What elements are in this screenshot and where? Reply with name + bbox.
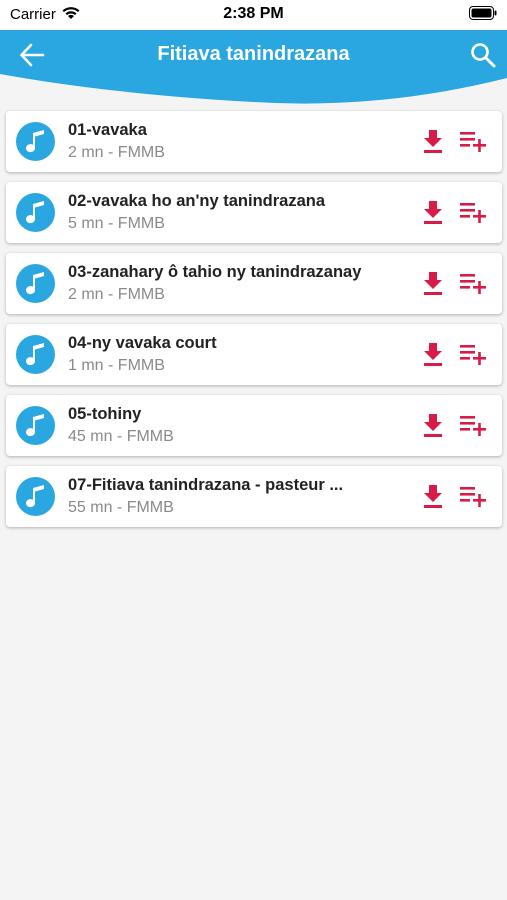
music-note-icon xyxy=(16,122,55,161)
track-title: 01-vavaka xyxy=(68,121,147,139)
battery-icon xyxy=(469,6,497,20)
track-row-4[interactable]: 04-ny vavaka court 1 mn - FMMB xyxy=(6,324,502,385)
track-list: 01-vavaka 2 mn - FMMB 02-vavaka ho an'ny… xyxy=(6,111,502,537)
download-icon[interactable] xyxy=(421,128,445,154)
page-title: Fitiava tanindrazana xyxy=(157,43,350,65)
track-title: 05-tohiny xyxy=(68,405,142,423)
playlist-add-icon[interactable] xyxy=(459,342,487,366)
download-icon[interactable] xyxy=(421,270,445,296)
playlist-add-icon[interactable] xyxy=(459,200,487,224)
track-subtitle: 2 mn - FMMB xyxy=(68,144,165,161)
track-title: 04-ny vavaka court xyxy=(68,334,217,352)
track-row-1[interactable]: 01-vavaka 2 mn - FMMB xyxy=(6,111,502,172)
music-note-icon xyxy=(16,193,55,232)
playlist-add-icon[interactable] xyxy=(459,413,487,437)
track-row-3[interactable]: 03-zanahary ô tahio ny tanindrazanay 2 m… xyxy=(6,253,502,314)
track-title: 07-Fitiava tanindrazana - pasteur ... xyxy=(68,476,344,494)
search-icon[interactable] xyxy=(469,41,497,69)
playlist-add-icon[interactable] xyxy=(459,484,487,508)
download-icon[interactable] xyxy=(421,412,445,438)
track-subtitle: 2 mn - FMMB xyxy=(68,286,165,303)
track-subtitle: 45 mn - FMMB xyxy=(68,428,174,445)
track-subtitle: 1 mn - FMMB xyxy=(68,357,165,374)
track-subtitle: 55 mn - FMMB xyxy=(68,499,174,516)
status-bar: Carrier 2:38 PM xyxy=(0,0,507,30)
track-row-6[interactable]: 07-Fitiava tanindrazana - pasteur ... 55… xyxy=(6,466,502,527)
music-note-icon xyxy=(16,406,55,445)
music-note-icon xyxy=(16,264,55,303)
status-time: 2:38 PM xyxy=(223,5,284,22)
track-subtitle: 5 mn - FMMB xyxy=(68,215,165,232)
track-title: 03-zanahary ô tahio ny tanindrazanay xyxy=(68,263,362,281)
playlist-add-icon[interactable] xyxy=(459,271,487,295)
download-icon[interactable] xyxy=(421,483,445,509)
download-icon[interactable] xyxy=(421,199,445,225)
playlist-add-icon[interactable] xyxy=(459,129,487,153)
track-title: 02-vavaka ho an'ny tanindrazana xyxy=(68,192,326,210)
track-row-2[interactable]: 02-vavaka ho an'ny tanindrazana 5 mn - F… xyxy=(6,182,502,243)
download-icon[interactable] xyxy=(421,341,445,367)
music-note-icon xyxy=(16,477,55,516)
app-header: Carrier 2:38 PM Fitiava tanindrazana xyxy=(0,0,507,104)
music-note-icon xyxy=(16,335,55,374)
track-row-5[interactable]: 05-tohiny 45 mn - FMMB xyxy=(6,395,502,456)
